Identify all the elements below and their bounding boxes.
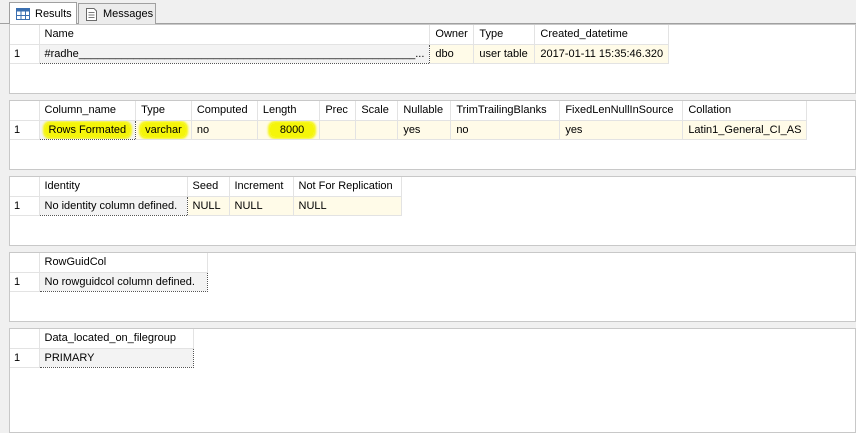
- highlight-mark: varchar: [141, 122, 186, 137]
- table-row: 1 Rows Formated varchar no 8000 yes no y…: [10, 119, 808, 140]
- row-header-corner: [10, 101, 40, 121]
- result-grid-columns[interactable]: Column_name Type Computed Length Prec Sc…: [9, 100, 856, 170]
- grid-cell[interactable]: no: [191, 120, 258, 140]
- result-panes: Name Owner Type Created_datetime 1 #radh…: [0, 24, 856, 433]
- table-row: 1 No identity column defined. NULL NULL …: [10, 195, 402, 216]
- result-grid-filegroup[interactable]: Data_located_on_filegroup 1 PRIMARY: [9, 328, 856, 433]
- row-number[interactable]: 1: [10, 348, 40, 368]
- grid-cell[interactable]: [319, 120, 357, 140]
- tab-results[interactable]: Results: [9, 2, 77, 24]
- column-header[interactable]: RowGuidCol: [39, 253, 208, 273]
- grid-cell[interactable]: NULL: [229, 196, 294, 216]
- table-row: 1 #radhe________________________________…: [10, 43, 670, 64]
- column-header[interactable]: Prec: [319, 101, 357, 121]
- grid-cell-highlighted[interactable]: Rows Formated: [38, 119, 137, 140]
- results-tabbar: Results Messages: [0, 0, 856, 24]
- grid-cell-highlighted[interactable]: varchar: [135, 120, 192, 140]
- grid-cell[interactable]: NULL: [293, 196, 402, 216]
- column-header[interactable]: FixedLenNullInSource: [559, 101, 684, 121]
- grid-cell-highlighted[interactable]: 8000: [257, 120, 321, 140]
- column-header[interactable]: Computed: [191, 101, 258, 121]
- grid-header-row: RowGuidCol: [10, 253, 208, 273]
- tab-messages-label: Messages: [103, 8, 154, 20]
- grid-header-row: Name Owner Type Created_datetime: [10, 25, 670, 45]
- grid-header-row: Column_name Type Computed Length Prec Sc…: [10, 101, 808, 121]
- column-header[interactable]: Owner: [429, 25, 475, 45]
- grid-cell[interactable]: 2017-01-11 15:35:46.320: [534, 44, 670, 64]
- grid-results-icon: [16, 7, 30, 20]
- grid-cell[interactable]: no: [450, 120, 561, 140]
- grid-cell[interactable]: user table: [473, 44, 536, 64]
- row-header-corner: [10, 329, 40, 349]
- result-grid-rowguidcol[interactable]: RowGuidCol 1 No rowguidcol column define…: [9, 252, 856, 322]
- tab-results-label: Results: [35, 7, 72, 20]
- result-grid-identity[interactable]: Identity Seed Increment Not For Replicat…: [9, 176, 856, 246]
- grid-cell[interactable]: NULL: [187, 196, 230, 216]
- column-header[interactable]: Nullable: [397, 101, 452, 121]
- table-row: 1 No rowguidcol column defined.: [10, 271, 208, 292]
- highlight-mark: Rows Formated: [44, 122, 131, 137]
- table-row: 1 PRIMARY: [10, 347, 194, 368]
- grid-cell[interactable]: dbo: [429, 44, 475, 64]
- messages-icon: [85, 7, 98, 21]
- row-header-corner: [10, 177, 40, 197]
- column-header[interactable]: Identity: [39, 177, 188, 197]
- column-header[interactable]: Increment: [229, 177, 294, 197]
- grid-header-row: Data_located_on_filegroup: [10, 329, 194, 349]
- column-header[interactable]: Created_datetime: [534, 25, 670, 45]
- result-grid-object-info[interactable]: Name Owner Type Created_datetime 1 #radh…: [9, 24, 856, 94]
- grid-cell[interactable]: No rowguidcol column defined.: [38, 271, 208, 292]
- column-header[interactable]: Column_name: [39, 101, 137, 121]
- grid-cell[interactable]: yes: [559, 120, 684, 140]
- column-header[interactable]: Collation: [682, 101, 808, 121]
- grid-cell[interactable]: No identity column defined.: [38, 195, 188, 216]
- row-header-corner: [10, 25, 40, 45]
- column-header[interactable]: Name: [39, 25, 431, 45]
- tab-messages[interactable]: Messages: [78, 3, 156, 24]
- column-header[interactable]: Type: [473, 25, 536, 45]
- row-number[interactable]: 1: [10, 196, 40, 216]
- row-header-corner: [10, 253, 40, 273]
- grid-cell[interactable]: #radhe__________________________________…: [38, 43, 431, 64]
- column-header[interactable]: Length: [257, 101, 321, 121]
- grid-cell[interactable]: yes: [397, 120, 452, 140]
- row-number[interactable]: 1: [10, 120, 40, 140]
- grid-cell[interactable]: [355, 120, 399, 140]
- grid-header-row: Identity Seed Increment Not For Replicat…: [10, 177, 402, 197]
- column-header[interactable]: TrimTrailingBlanks: [450, 101, 561, 121]
- column-header[interactable]: Seed: [187, 177, 230, 197]
- grid-cell[interactable]: PRIMARY: [38, 347, 194, 368]
- highlight-mark: 8000: [269, 122, 315, 137]
- row-number[interactable]: 1: [10, 272, 40, 292]
- column-header[interactable]: Scale: [355, 101, 399, 121]
- column-header[interactable]: Not For Replication: [293, 177, 402, 197]
- grid-cell[interactable]: Latin1_General_CI_AS: [682, 120, 808, 140]
- column-header[interactable]: Data_located_on_filegroup: [39, 329, 194, 349]
- column-header[interactable]: Type: [135, 101, 192, 121]
- row-number[interactable]: 1: [10, 44, 40, 64]
